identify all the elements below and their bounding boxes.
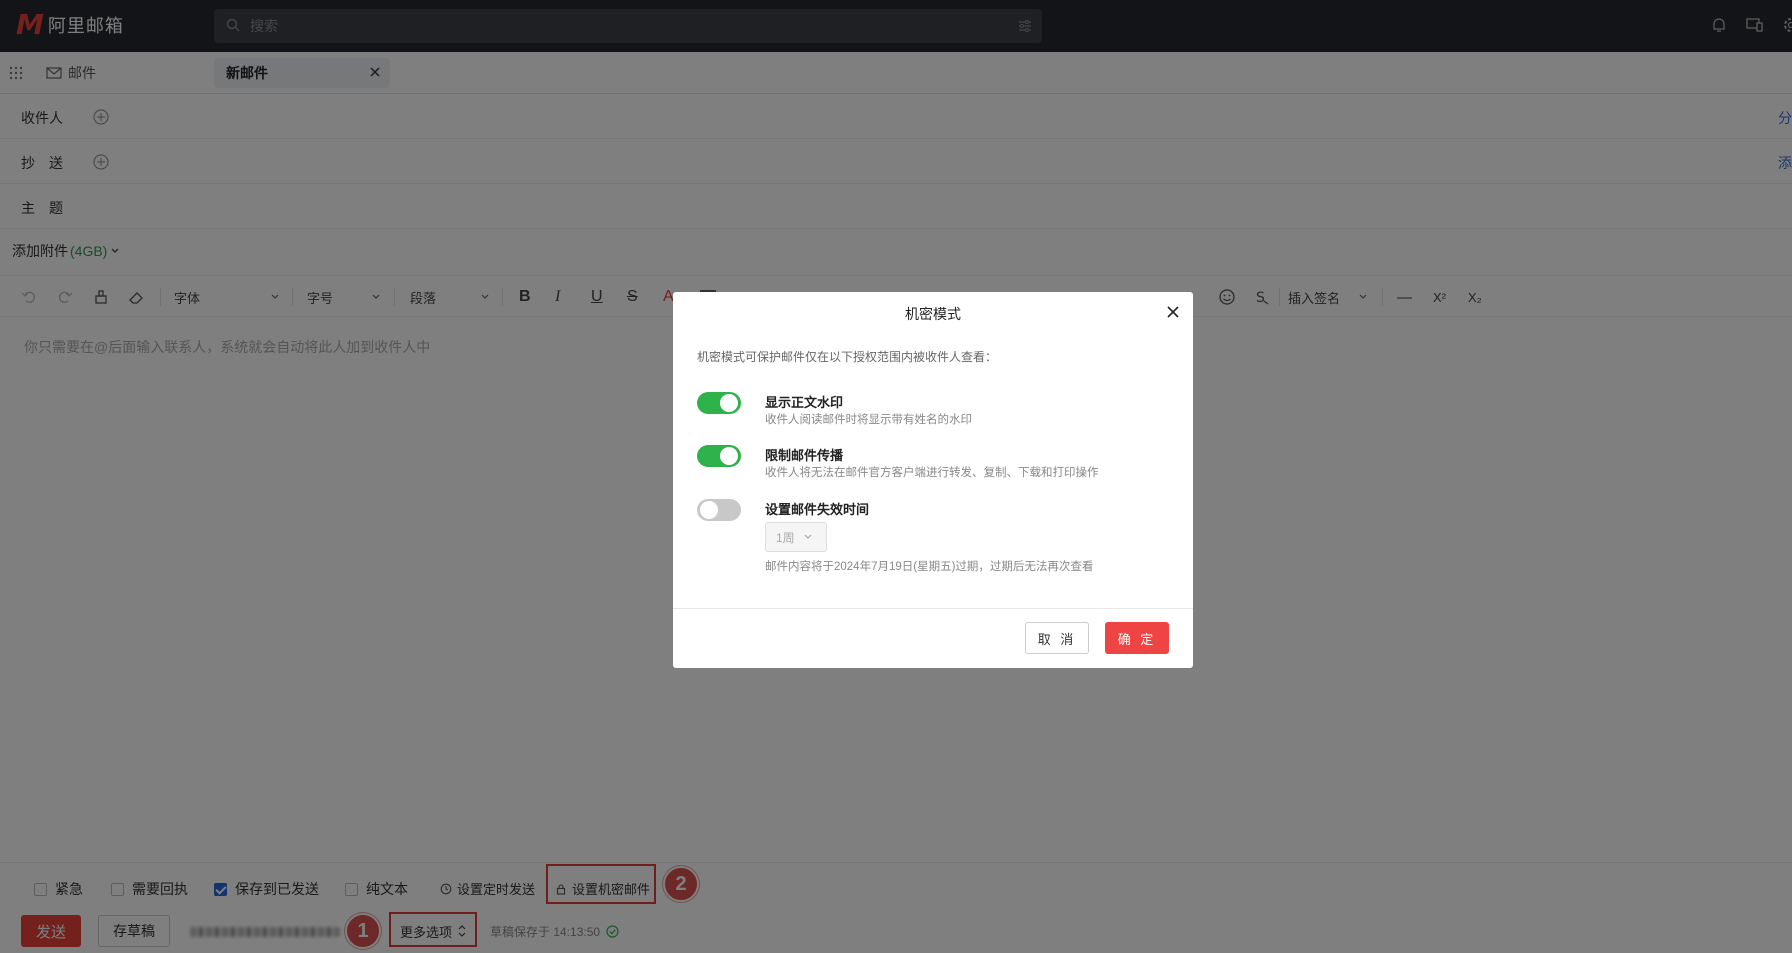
toggle-knob <box>720 394 738 412</box>
watermark-desc: 收件人阅读邮件时将显示带有姓名的水印 <box>765 414 972 426</box>
expiry-toggle[interactable] <box>697 499 741 521</box>
expiry-desc: 邮件内容将于2024年7月19日(星期五)过期，过期后无法再次查看 <box>765 561 1094 573</box>
toggle-knob <box>700 501 718 519</box>
cancel-button[interactable]: 取 消 <box>1025 622 1089 654</box>
restrict-spread-desc: 收件人将无法在邮件官方客户端进行转发、复制、下载和打印操作 <box>765 467 1099 479</box>
dialog-description: 机密模式可保护邮件仅在以下授权范围内被收件人查看： <box>697 350 998 364</box>
toggle-knob <box>720 447 738 465</box>
restrict-spread-title: 限制邮件传播 <box>765 448 844 463</box>
confirm-button[interactable]: 确 定 <box>1105 622 1169 654</box>
expiry-period-select[interactable]: 1周 <box>765 522 827 552</box>
expiry-period-value: 1周 <box>776 530 795 545</box>
confidential-mode-dialog: 机密模式 机密模式可保护邮件仅在以下授权范围内被收件人查看： 显示正文水印 收件… <box>673 292 1193 668</box>
restrict-spread-toggle[interactable] <box>697 445 741 467</box>
close-icon[interactable] <box>1165 304 1181 320</box>
chevron-down-icon <box>804 534 812 539</box>
watermark-title: 显示正文水印 <box>765 395 844 410</box>
dialog-divider <box>673 608 1193 609</box>
expiry-title: 设置邮件失效时间 <box>765 502 870 517</box>
watermark-toggle[interactable] <box>697 392 741 414</box>
dialog-title: 机密模式 <box>905 306 961 322</box>
